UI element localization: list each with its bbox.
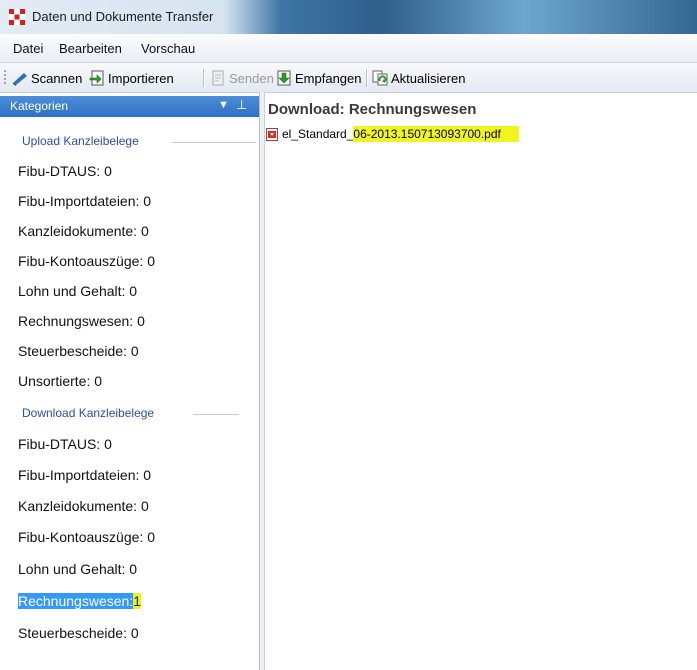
app-icon — [9, 9, 25, 25]
upload-item-rechnungswesen[interactable]: Rechnungswesen: 0 — [18, 313, 145, 329]
download-content-panel — [265, 96, 697, 670]
receive-label: Empfangen — [295, 70, 362, 86]
upload-item-lohn-und-gehalt[interactable]: Lohn und Gehalt: 0 — [18, 283, 137, 299]
toolbar: Scannen Importieren Senden Empfangen Akt… — [0, 63, 697, 93]
download-item-fibu-dtaus[interactable]: Fibu-DTAUS: 0 — [18, 436, 112, 452]
menu-vorschau[interactable]: Vorschau — [141, 41, 195, 56]
upload-item-unsortierte[interactable]: Unsortierte: 0 — [18, 373, 102, 389]
group-divider — [193, 414, 239, 415]
send-label: Senden — [229, 70, 274, 86]
group-download-header[interactable]: Download Kanzleibelege — [22, 406, 154, 420]
send-button[interactable]: Senden — [210, 68, 274, 88]
selected-item-label: Rechnungswesen: — [18, 593, 134, 609]
scanner-icon — [13, 73, 27, 86]
import-icon — [89, 70, 104, 86]
file-list-item[interactable]: el_Standard_ 06-2013.150713093700.pdf — [266, 126, 519, 142]
group-upload-header[interactable]: Upload Kanzleibelege — [22, 134, 139, 148]
refresh-label: Aktualisieren — [391, 70, 466, 86]
categories-header: Kategorien ▼ ⊥ — [0, 96, 259, 117]
send-icon — [212, 70, 224, 86]
import-button[interactable]: Importieren — [89, 68, 174, 88]
group-divider — [172, 142, 256, 143]
refresh-icon — [372, 70, 388, 86]
download-item-fibu-importdateien[interactable]: Fibu-Importdateien: 0 — [18, 467, 151, 483]
menu-bearbeiten[interactable]: Bearbeiten — [59, 41, 122, 56]
content-title: Download: Rechnungswesen — [268, 101, 477, 118]
download-item-fibu-kontoauszuege[interactable]: Fibu-Kontoauszüge: 0 — [18, 529, 155, 545]
selected-item-count: 1 — [133, 593, 141, 609]
download-item-rechnungswesen[interactable]: Rechnungswesen:1 — [18, 593, 141, 609]
import-label: Importieren — [108, 70, 174, 86]
toolbar-separator — [366, 69, 367, 87]
file-name-highlight: 06-2013.150713093700.pdf — [353, 126, 519, 142]
download-item-steuerbescheide[interactable]: Steuerbescheide: 0 — [18, 625, 139, 641]
categories-title: Kategorien — [10, 99, 69, 113]
menu-datei[interactable]: Datei — [13, 41, 43, 56]
toolbar-separator — [203, 69, 204, 87]
upload-item-steuerbescheide[interactable]: Steuerbescheide: 0 — [18, 343, 139, 359]
upload-item-fibu-kontoauszuege[interactable]: Fibu-Kontoauszüge: 0 — [18, 253, 155, 269]
refresh-button[interactable]: Aktualisieren — [372, 68, 465, 88]
scan-label: Scannen — [31, 70, 83, 86]
receive-button[interactable]: Empfangen — [276, 68, 362, 88]
upload-item-fibu-dtaus[interactable]: Fibu-DTAUS: 0 — [18, 163, 112, 179]
chevron-down-icon[interactable]: ▼ — [218, 99, 229, 111]
upload-item-fibu-importdateien[interactable]: Fibu-Importdateien: 0 — [18, 193, 151, 209]
title-bar: Daten und Dokumente Transfer — [0, 0, 697, 34]
file-name-prefix: el_Standard_ — [282, 127, 354, 141]
upload-item-kanzleidokumente[interactable]: Kanzleidokumente: 0 — [18, 223, 149, 239]
download-item-lohn-und-gehalt[interactable]: Lohn und Gehalt: 0 — [18, 561, 137, 577]
toolbar-grip[interactable] — [4, 70, 6, 86]
receive-icon — [277, 70, 291, 86]
pdf-file-icon — [266, 127, 278, 141]
scan-button[interactable]: Scannen — [12, 68, 82, 88]
download-item-kanzleidokumente[interactable]: Kanzleidokumente: 0 — [18, 498, 149, 514]
menu-bar: Datei Bearbeiten Vorschau — [0, 34, 697, 63]
window-title: Daten und Dokumente Transfer — [32, 9, 214, 24]
pin-icon[interactable]: ⊥ — [236, 97, 247, 113]
